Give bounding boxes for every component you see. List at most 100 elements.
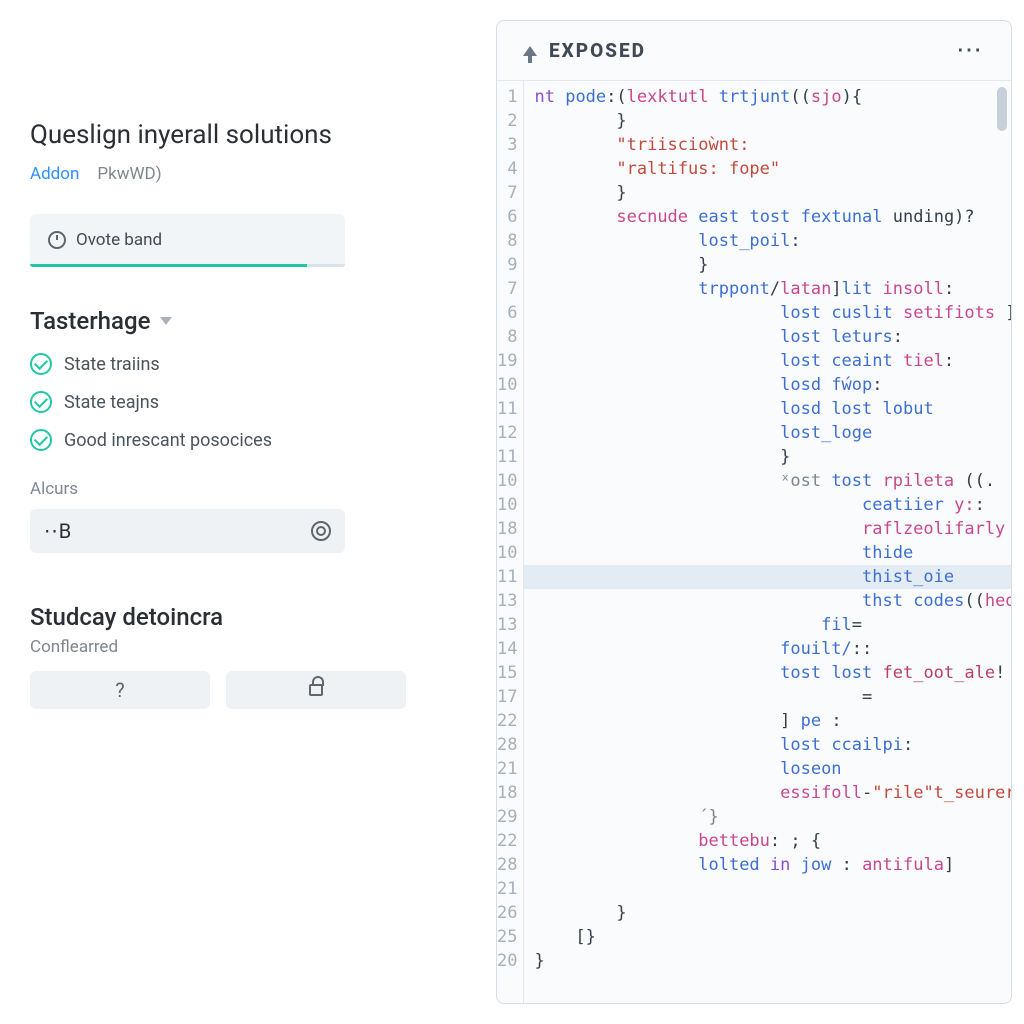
code-line[interactable]: lost ceaint tiel: — [534, 349, 1011, 373]
code-line[interactable]: lost cuslit setifiots ]: — [534, 301, 1011, 325]
code-line[interactable]: } — [534, 181, 1011, 205]
list-item[interactable]: State traiins — [30, 353, 460, 375]
line-number: 19 — [497, 349, 517, 373]
code-header: EXPOSED ⋯ — [497, 21, 1011, 81]
conflearred-label: Conflearred — [30, 637, 460, 657]
code-line[interactable]: thist_oie⁺li { — [524, 565, 1011, 589]
code-line[interactable]: } — [534, 253, 1011, 277]
code-line[interactable]: ceatiier y:: — [534, 493, 1011, 517]
arrow-up-icon[interactable] — [523, 46, 537, 56]
code-line[interactable]: lost_poil: — [534, 229, 1011, 253]
code-line[interactable]: tost lost fet_oot_ale! — [534, 661, 1011, 685]
list-item[interactable]: Good inrescant posocices — [30, 429, 460, 451]
code-line[interactable]: ] pe : — [534, 709, 1011, 733]
code-line[interactable]: thide — [534, 541, 1011, 565]
code-line[interactable]: nt pode:(lexktutl trtjunt((sjo){ — [534, 85, 1011, 109]
gear-icon[interactable] — [311, 521, 331, 541]
code-line[interactable]: = — [534, 685, 1011, 709]
code-line[interactable]: } — [534, 949, 1011, 973]
line-number: 7 — [497, 277, 517, 301]
line-number: 7 — [497, 181, 517, 205]
code-line[interactable]: ´} — [534, 805, 1011, 829]
code-line[interactable]: losd lost lobut — [534, 397, 1011, 421]
lock-button[interactable] — [226, 671, 406, 709]
line-number: 22 — [497, 829, 517, 853]
chevron-down-icon — [160, 317, 172, 325]
code-line[interactable]: essifoll-"rile"t_seurer"= ]); — [534, 781, 1011, 805]
alcurs-value: ⋅⋅B — [44, 519, 72, 543]
code-panel-title: EXPOSED — [549, 39, 646, 62]
progress-card[interactable]: Ovote band — [30, 214, 345, 267]
line-number: 8 — [497, 229, 517, 253]
page-title: Queslign inyerall solutions — [30, 120, 460, 150]
line-number: 25 — [497, 925, 517, 949]
line-number: 4 — [497, 157, 517, 181]
code-line[interactable]: fil= — [534, 613, 1011, 637]
line-number: 18 — [497, 517, 517, 541]
code-line[interactable]: ˣost tost rpileta ((. — [534, 469, 1011, 493]
code-line[interactable]: lost_loge — [534, 421, 1011, 445]
code-line[interactable] — [534, 877, 1011, 901]
code-line[interactable]: "raltifus: fope" — [534, 157, 1011, 181]
line-number: 14 — [497, 637, 517, 661]
code-line[interactable]: } — [534, 901, 1011, 925]
check-icon — [30, 391, 52, 413]
code-line[interactable]: "triiscioẁnt: — [534, 133, 1011, 157]
code-line[interactable]: trppont/latan]lit insoll: — [534, 277, 1011, 301]
more-icon[interactable]: ⋯ — [956, 47, 985, 55]
line-number: 6 — [497, 301, 517, 325]
line-number: 21 — [497, 877, 517, 901]
help-button[interactable]: ? — [30, 671, 210, 709]
check-label: State traiins — [64, 354, 160, 375]
line-number: 13 — [497, 589, 517, 613]
line-number: 22 — [497, 709, 517, 733]
line-number: 11 — [497, 397, 517, 421]
section-tasterhage-header[interactable]: Tasterhage — [30, 307, 460, 335]
code-editor[interactable]: 1234768976819101112111010181011131314151… — [497, 81, 1011, 1003]
check-icon — [30, 353, 52, 375]
code-line[interactable]: bettebu: ; { — [534, 829, 1011, 853]
code-line[interactable]: fouilt/:: — [534, 637, 1011, 661]
line-number: 10 — [497, 373, 517, 397]
line-number: 11 — [497, 565, 517, 589]
line-number: 17 — [497, 685, 517, 709]
code-line[interactable]: } — [534, 109, 1011, 133]
line-gutter: 1234768976819101112111010181011131314151… — [497, 81, 524, 1003]
line-number: 21 — [497, 757, 517, 781]
line-number: 10 — [497, 541, 517, 565]
code-line[interactable]: thst codes((hed loe_ietul) : — [534, 589, 1011, 613]
clock-icon — [48, 231, 66, 249]
code-line[interactable]: losd fẃop: — [534, 373, 1011, 397]
line-number: 9 — [497, 253, 517, 277]
code-line[interactable]: lost ccailpi: — [534, 733, 1011, 757]
code-line[interactable]: [} — [534, 925, 1011, 949]
code-line[interactable]: lost leturs: — [534, 325, 1011, 349]
code-line[interactable]: lolted in jow : antifula] — [534, 853, 1011, 877]
check-label: State teajns — [64, 392, 159, 413]
code-line[interactable]: raflzeolifarly — [534, 517, 1011, 541]
line-number: 29 — [497, 805, 517, 829]
left-panel: Queslign inyerall solutions Addon PkwWD)… — [0, 0, 490, 1024]
twin-row: ? — [30, 671, 460, 709]
list-item[interactable]: State teajns — [30, 391, 460, 413]
check-label: Good inrescant posocices — [64, 430, 272, 451]
scrollbar-thumb[interactable] — [997, 87, 1007, 131]
line-number: 2 — [497, 109, 517, 133]
code-line[interactable]: loseon — [534, 757, 1011, 781]
code-panel: EXPOSED ⋯ 123476897681910111211101018101… — [496, 20, 1012, 1004]
line-number: 13 — [497, 613, 517, 637]
alcurs-field[interactable]: ⋅⋅B — [30, 509, 345, 553]
tab-addon[interactable]: Addon — [30, 162, 79, 186]
check-list: State traiins State teajns Good inrescan… — [30, 353, 460, 451]
line-number: 8 — [497, 325, 517, 349]
tab-pkwwd[interactable]: PkwWD) — [97, 162, 161, 186]
line-number: 20 — [497, 949, 517, 973]
lock-icon — [309, 684, 323, 696]
code-line[interactable]: secnude east tost fextunal unding)? — [534, 205, 1011, 229]
code-lines[interactable]: nt pode:(lexktutl trtjunt((sjo){ } "trii… — [524, 81, 1011, 1003]
section-title: Tasterhage — [30, 307, 150, 335]
line-number: 26 — [497, 901, 517, 925]
alcurs-label: Alcurs — [30, 479, 460, 499]
code-line[interactable]: } — [534, 445, 1011, 469]
progress-label: Ovote band — [76, 230, 162, 250]
